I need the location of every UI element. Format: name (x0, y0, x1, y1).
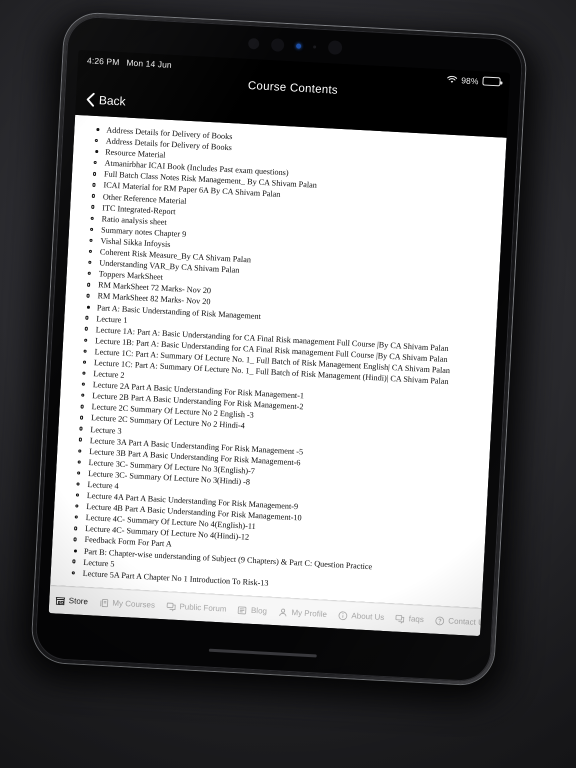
bullet-hollow-icon (92, 183, 96, 187)
bullet-filled-icon (95, 150, 99, 154)
battery-icon (482, 76, 501, 87)
bullet-hollow-icon (87, 271, 92, 276)
bullet-hollow-icon (74, 515, 79, 520)
wifi-icon (446, 75, 457, 84)
person-icon (278, 607, 289, 618)
bullet-filled-icon (96, 128, 100, 132)
tab-label: My Profile (291, 608, 328, 619)
tab-label: Contact Us (448, 616, 489, 628)
bullet-hollow-icon (74, 526, 78, 531)
bullet-hollow-icon (93, 160, 98, 165)
bullet-hollow-icon (75, 504, 79, 508)
tab-about-us[interactable]: About Us (338, 610, 385, 622)
status-time: 4:26 PM (86, 54, 120, 67)
bullet-hollow-icon (83, 349, 88, 353)
toc-item-label: Lecture 5 (83, 557, 115, 569)
bullet-hollow-icon (85, 316, 89, 320)
toc-item-label: Lecture 4 (87, 480, 119, 491)
bullet-hollow-icon (81, 382, 86, 387)
back-button[interactable]: Back (76, 92, 136, 109)
bullet-hollow-icon (73, 537, 78, 542)
tab-store[interactable]: Store (55, 595, 88, 607)
bullet-hollow-icon (94, 138, 99, 143)
status-date: Mon 14 Jun (126, 56, 173, 70)
tab-label: faqs (408, 614, 425, 625)
tab-label: Store (68, 596, 89, 607)
proximity-sensor-icon (247, 37, 260, 50)
back-button-label: Back (98, 93, 127, 109)
tab-my-courses[interactable]: My Courses (99, 597, 156, 610)
bullet-hollow-icon (87, 282, 91, 287)
microphone-icon (313, 44, 317, 49)
bullet-hollow-icon (80, 404, 85, 409)
bullet-hollow-icon (76, 482, 81, 486)
tab-label: Public Forum (179, 602, 227, 614)
bullet-hollow-icon (88, 249, 93, 254)
tab-contact-us[interactable]: Contact Us (435, 615, 489, 628)
toc-item-label: Lecture 2 (93, 369, 125, 380)
tab-my-profile[interactable]: My Profile (278, 607, 328, 620)
bullet-hollow-icon (71, 570, 76, 575)
bullet-hollow-icon (78, 448, 82, 453)
bullet-hollow-icon (77, 460, 82, 464)
bullet-hollow-icon (91, 194, 96, 198)
bullet-hollow-icon (88, 260, 92, 265)
chevron-left-icon (86, 92, 96, 107)
bullet-hollow-icon (84, 327, 89, 331)
ambient-light-sensor-icon (327, 40, 343, 55)
bullet-hollow-icon (75, 493, 80, 497)
blog-icon (237, 605, 248, 616)
device-screen: 4:26 PM Mon 14 Jun 98% Course Contents B… (48, 49, 511, 637)
store-icon (55, 595, 66, 606)
bullet-hollow-icon (84, 338, 88, 342)
toc-item-label: Lecture 1 (96, 313, 128, 325)
faq-icon (395, 613, 406, 624)
status-led-icon (296, 42, 302, 49)
bullet-hollow-icon (81, 393, 85, 398)
tab-public-forum[interactable]: Public Forum (166, 601, 227, 614)
battery-percent-label: 98% (461, 74, 479, 86)
home-indicator (208, 648, 317, 658)
bullet-hollow-icon (82, 371, 86, 376)
bullet-hollow-icon (72, 559, 76, 564)
toc-item-label: Lecture 3 (90, 424, 122, 436)
course-contents-list[interactable]: Address Details for Delivery of Books Add… (50, 114, 507, 609)
bullet-hollow-icon (86, 293, 91, 298)
bullet-hollow-icon (82, 360, 87, 364)
tab-label: Blog (250, 605, 268, 616)
device-frame: 4:26 PM Mon 14 Jun 98% Course Contents B… (31, 12, 527, 686)
bullet-hollow-icon (89, 238, 93, 243)
bullet-hollow-icon (90, 216, 95, 220)
toc-sublist: Atmanirbhar ICAI Book (Includes Past exa… (75, 157, 494, 323)
tab-blog[interactable]: Blog (237, 605, 267, 617)
front-camera-icon (270, 37, 285, 52)
bullet-hollow-icon (77, 471, 81, 475)
bullet-hollow-icon (91, 205, 95, 209)
toc-root: Address Details for Delivery of Books Add… (61, 123, 497, 599)
bullet-filled-icon (86, 305, 91, 309)
info-circle-icon (338, 610, 349, 621)
tab-label: About Us (351, 611, 385, 622)
scene-backdrop: 4:26 PM Mon 14 Jun 98% Course Contents B… (0, 0, 576, 768)
bullet-hollow-icon (92, 172, 97, 176)
bullet-filled-icon (73, 549, 78, 553)
device-bezel: 4:26 PM Mon 14 Jun 98% Course Contents B… (34, 15, 524, 683)
tab-faqs[interactable]: faqs (395, 613, 424, 625)
tab-label: My Courses (112, 598, 156, 610)
question-circle-icon (435, 615, 446, 626)
bullet-hollow-icon (78, 437, 83, 442)
tablet-device: 4:26 PM Mon 14 Jun 98% Course Contents B… (16, 12, 543, 705)
toc-sublist: Lecture 1 Lecture 1A: Part A: Basic Under… (62, 312, 486, 567)
bullet-hollow-icon (79, 415, 84, 420)
forum-icon (166, 601, 177, 612)
bullet-hollow-icon (79, 426, 83, 431)
courses-icon (99, 597, 110, 608)
bullet-hollow-icon (90, 227, 94, 231)
